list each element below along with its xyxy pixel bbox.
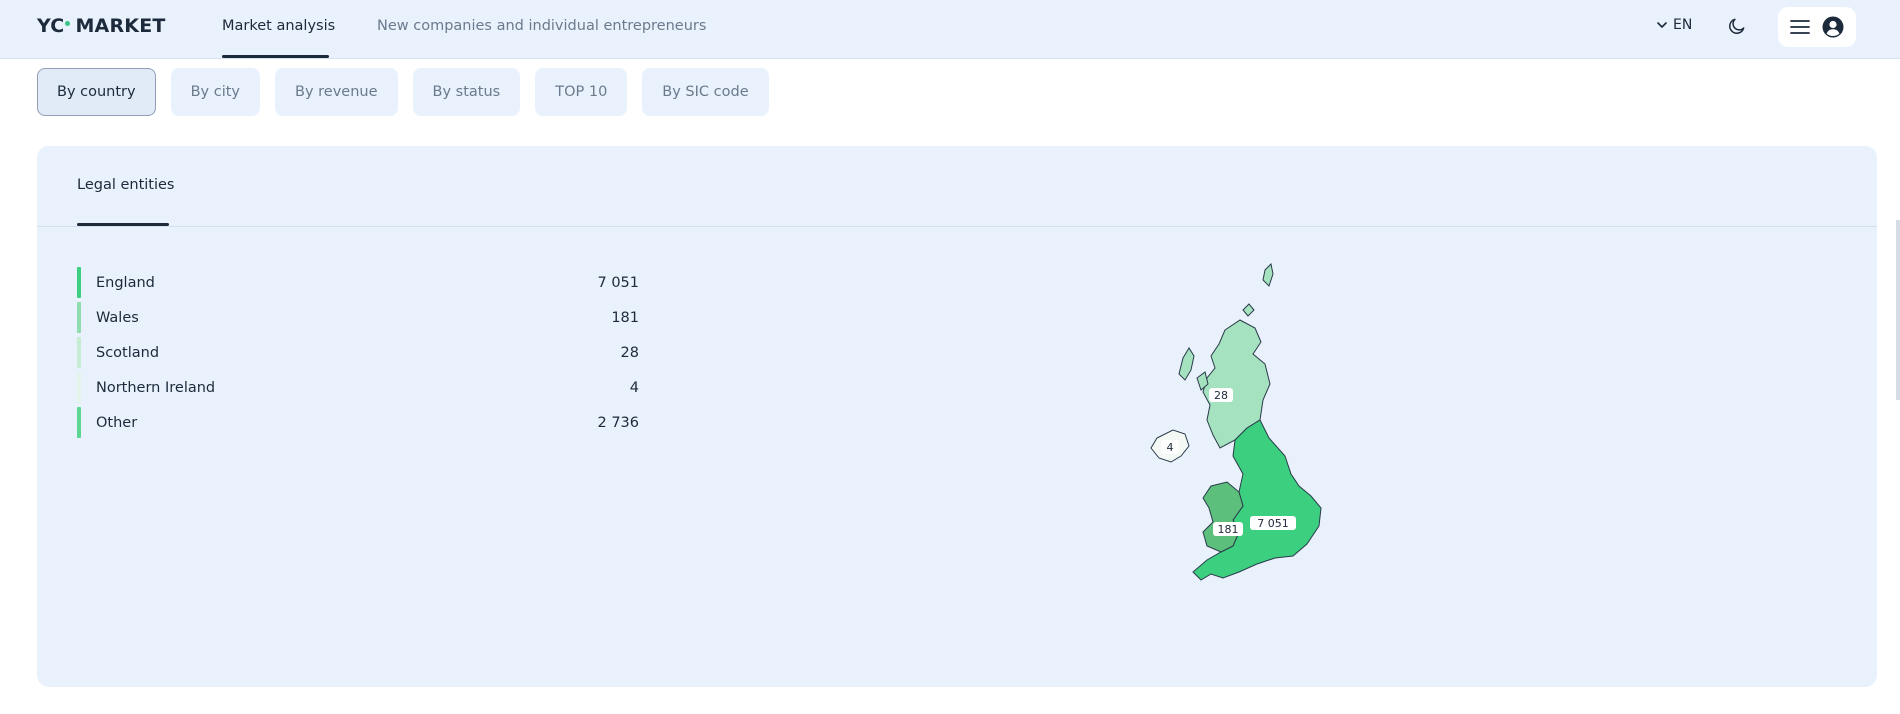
legend-color-bar — [77, 372, 81, 403]
filter-by-revenue[interactable]: By revenue — [275, 68, 398, 116]
logo-dot — [65, 20, 71, 26]
user-avatar-icon — [1822, 16, 1844, 38]
logo-left-text: YC — [37, 15, 65, 37]
map-label-wales: 181 — [1213, 522, 1243, 536]
map-label-text: 7 051 — [1257, 517, 1289, 530]
map-label-text: 4 — [1167, 441, 1174, 454]
list-item-wales: Wales 181 — [77, 302, 639, 333]
filter-by-city[interactable]: By city — [170, 68, 260, 116]
chevron-down-icon — [1657, 22, 1667, 28]
list-item-other: Other 2 736 — [77, 407, 639, 438]
page-scrollbar[interactable] — [1896, 220, 1900, 400]
legend-color-bar — [77, 302, 81, 333]
tab-legal-entities[interactable]: Legal entities — [77, 177, 175, 193]
country-count: 7 051 — [597, 274, 639, 291]
map-island-orkney — [1242, 303, 1255, 317]
filter-by-country[interactable]: By country — [37, 68, 156, 116]
top-header: YC MARKET Market analysis New companies … — [0, 0, 1900, 59]
nav-new-companies[interactable]: New companies and individual entrepreneu… — [377, 18, 706, 34]
account-menu-button[interactable] — [1778, 7, 1856, 47]
map-island-shetland — [1262, 262, 1274, 287]
list-item-england: England 7 051 — [77, 267, 639, 298]
country-name: Scotland — [96, 344, 160, 361]
hamburger-menu-icon — [1790, 20, 1810, 34]
logo-yc: YC — [37, 15, 71, 37]
country-name: Northern Ireland — [96, 379, 216, 396]
map-label-text: 181 — [1218, 523, 1239, 536]
panel-divider — [37, 226, 1877, 227]
country-count: 4 — [629, 379, 639, 396]
list-item-scotland: Scotland 28 — [77, 337, 639, 368]
legend-color-bar — [77, 407, 81, 438]
country-name: England — [96, 274, 155, 291]
moon-icon[interactable] — [1727, 16, 1747, 36]
filter-tabs: By country By city By revenue By status … — [37, 68, 769, 116]
legend-color-bar — [77, 267, 81, 298]
country-list: England 7 051 Wales 181 Scotland 28 Nort… — [77, 267, 639, 442]
filter-by-status[interactable]: By status — [412, 68, 521, 116]
list-item-northern-ireland: Northern Ireland 4 — [77, 372, 639, 403]
filter-top-10[interactable]: TOP 10 — [535, 68, 628, 116]
map-island-hebrides — [1178, 347, 1195, 381]
nav-active-underline — [222, 55, 329, 58]
country-name: Other — [96, 414, 138, 431]
country-count: 28 — [620, 344, 639, 361]
map-label-northern-ireland: 4 — [1161, 440, 1179, 454]
nav-market-analysis[interactable]: Market analysis — [222, 18, 335, 34]
legend-color-bar — [77, 337, 81, 368]
uk-map: 28 4 181 7 051 — [1150, 262, 1322, 581]
logo[interactable]: YC MARKET — [37, 15, 166, 37]
logo-right-text: MARKET — [75, 15, 166, 37]
country-count: 181 — [611, 309, 639, 326]
country-count: 2 736 — [597, 414, 639, 431]
country-name: Wales — [96, 309, 139, 326]
filter-by-sic-code[interactable]: By SIC code — [642, 68, 769, 116]
map-label-england: 7 051 — [1250, 516, 1296, 530]
map-label-scotland: 28 — [1209, 388, 1233, 402]
language-selector[interactable]: EN — [1657, 17, 1692, 33]
statistics-panel: Legal entities England 7 051 Wales 181 S… — [37, 146, 1877, 687]
map-label-text: 28 — [1214, 389, 1228, 402]
language-label: EN — [1673, 17, 1693, 33]
